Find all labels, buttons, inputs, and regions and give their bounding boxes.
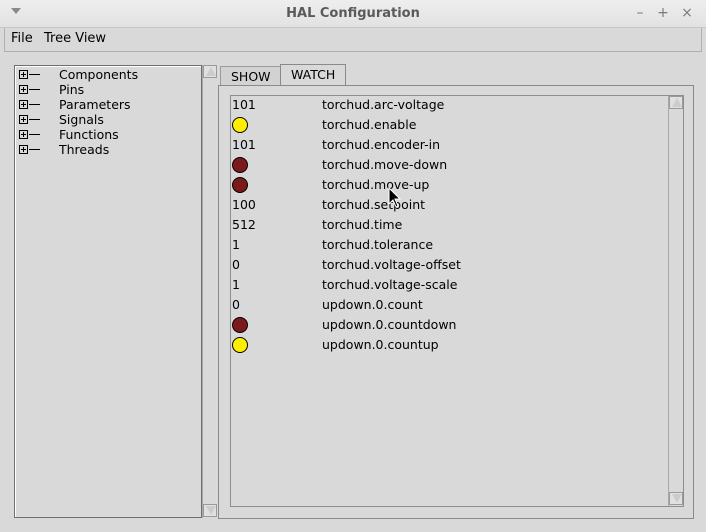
watch-row: 101 torchud.encoder-in bbox=[231, 136, 667, 156]
watch-row: updown.0.countdown bbox=[231, 316, 667, 336]
mouse-cursor-icon bbox=[388, 187, 402, 208]
tree-connector bbox=[29, 149, 40, 150]
arrow-up-icon bbox=[206, 67, 216, 76]
tree-item-components[interactable]: Components bbox=[15, 67, 201, 82]
maximize-icon[interactable]: + bbox=[655, 5, 671, 21]
arrow-up-icon bbox=[672, 98, 682, 107]
tab-watch[interactable]: WATCH bbox=[280, 64, 347, 86]
watch-value: 0 bbox=[232, 257, 240, 272]
expand-icon[interactable] bbox=[19, 130, 28, 139]
title-bar: HAL Configuration – + × bbox=[0, 0, 706, 28]
watch-pin-name: torchud.move-up bbox=[322, 177, 430, 192]
watch-pin-name: torchud.enable bbox=[322, 117, 417, 132]
tree-item-functions[interactable]: Functions bbox=[15, 127, 201, 142]
tree-connector bbox=[29, 74, 40, 75]
minimize-icon[interactable]: – bbox=[632, 5, 648, 21]
watch-pin-name: torchud.encoder-in bbox=[322, 137, 441, 152]
tree-scrollbar[interactable] bbox=[202, 65, 217, 518]
watch-pin-name: updown.0.countdown bbox=[322, 317, 457, 332]
tree-item-signals[interactable]: Signals bbox=[15, 112, 201, 127]
watch-pin-name: torchud.time bbox=[322, 217, 403, 232]
tree-connector bbox=[29, 134, 40, 135]
watch-row: 100 torchud.setpoint bbox=[231, 196, 667, 216]
expand-icon[interactable] bbox=[19, 70, 28, 79]
tree-connector bbox=[29, 89, 40, 90]
led-off-icon bbox=[232, 157, 248, 173]
tree-item-label[interactable]: Signals bbox=[59, 112, 104, 127]
watch-value: 1 bbox=[232, 277, 240, 292]
expand-icon[interactable] bbox=[19, 115, 28, 124]
led-on-icon bbox=[232, 337, 248, 353]
scroll-up-button[interactable] bbox=[669, 96, 683, 109]
watch-pin-name: updown.0.count bbox=[322, 297, 423, 312]
watch-value: 101 bbox=[232, 97, 256, 112]
watch-row: updown.0.countup bbox=[231, 336, 667, 356]
watch-pin-name: torchud.voltage-offset bbox=[322, 257, 461, 272]
scroll-down-button[interactable] bbox=[669, 492, 683, 505]
expand-icon[interactable] bbox=[19, 145, 28, 154]
watch-row: 1 torchud.tolerance bbox=[231, 236, 667, 256]
tree-connector bbox=[29, 119, 40, 120]
watch-row: torchud.move-up bbox=[231, 176, 667, 196]
watch-pin-name: torchud.setpoint bbox=[322, 197, 426, 212]
menu-tree-view[interactable]: Tree View bbox=[44, 31, 106, 46]
led-on-icon bbox=[232, 117, 248, 133]
watch-value: 1 bbox=[232, 237, 240, 252]
watch-row: 0 torchud.voltage-offset bbox=[231, 256, 667, 276]
watch-row: 1 torchud.voltage-scale bbox=[231, 276, 667, 296]
watch-row: torchud.enable bbox=[231, 116, 667, 136]
tree-item-pins[interactable]: Pins bbox=[15, 82, 201, 97]
tree-item-parameters[interactable]: Parameters bbox=[15, 97, 201, 112]
scroll-down-button[interactable] bbox=[203, 504, 217, 517]
watch-pin-name: torchud.tolerance bbox=[322, 237, 434, 252]
tree-connector bbox=[29, 104, 40, 105]
watch-row: 0 updown.0.count bbox=[231, 296, 667, 316]
watch-scrollbar[interactable] bbox=[668, 96, 683, 506]
watch-value: 512 bbox=[232, 217, 256, 232]
led-off-icon bbox=[232, 317, 248, 333]
tree-item-threads[interactable]: Threads bbox=[15, 142, 201, 157]
watch-pin-name: torchud.arc-voltage bbox=[322, 97, 445, 112]
tree-item-label[interactable]: Functions bbox=[59, 127, 119, 142]
watch-row: torchud.move-down bbox=[231, 156, 667, 176]
watch-value: 0 bbox=[232, 297, 240, 312]
watch-value: 100 bbox=[232, 197, 256, 212]
tree-item-label[interactable]: Components bbox=[59, 67, 138, 82]
window-title: HAL Configuration bbox=[286, 6, 420, 21]
watch-row: 101 torchud.arc-voltage bbox=[231, 96, 667, 116]
menu-file[interactable]: File bbox=[11, 31, 33, 46]
expand-icon[interactable] bbox=[19, 100, 28, 109]
watch-value: 101 bbox=[232, 137, 256, 152]
expand-icon[interactable] bbox=[19, 85, 28, 94]
watch-pin-name: torchud.voltage-scale bbox=[322, 277, 458, 292]
tree-item-label[interactable]: Parameters bbox=[59, 97, 131, 112]
arrow-down-icon bbox=[206, 506, 216, 515]
watch-row: 512 torchud.time bbox=[231, 216, 667, 236]
tree-item-label[interactable]: Threads bbox=[59, 142, 109, 157]
watch-pin-name: updown.0.countup bbox=[322, 337, 439, 352]
tab-show[interactable]: SHOW bbox=[220, 66, 282, 86]
close-icon[interactable]: × bbox=[679, 5, 695, 21]
tree-item-label[interactable]: Pins bbox=[59, 82, 84, 97]
led-off-icon bbox=[232, 177, 248, 193]
watch-pin-name: torchud.move-down bbox=[322, 157, 448, 172]
watch-list: 101 torchud.arc-voltage torchud.enable 101 t… bbox=[230, 95, 684, 507]
arrow-down-icon bbox=[672, 494, 682, 503]
scroll-up-button[interactable] bbox=[203, 65, 217, 78]
menu-bar: File Tree View bbox=[4, 28, 702, 52]
hal-tree[interactable]: Components Pins Parameters Signals Funct… bbox=[14, 65, 202, 518]
watch-panel: 101 torchud.arc-voltage torchud.enable 101 t… bbox=[218, 85, 694, 519]
